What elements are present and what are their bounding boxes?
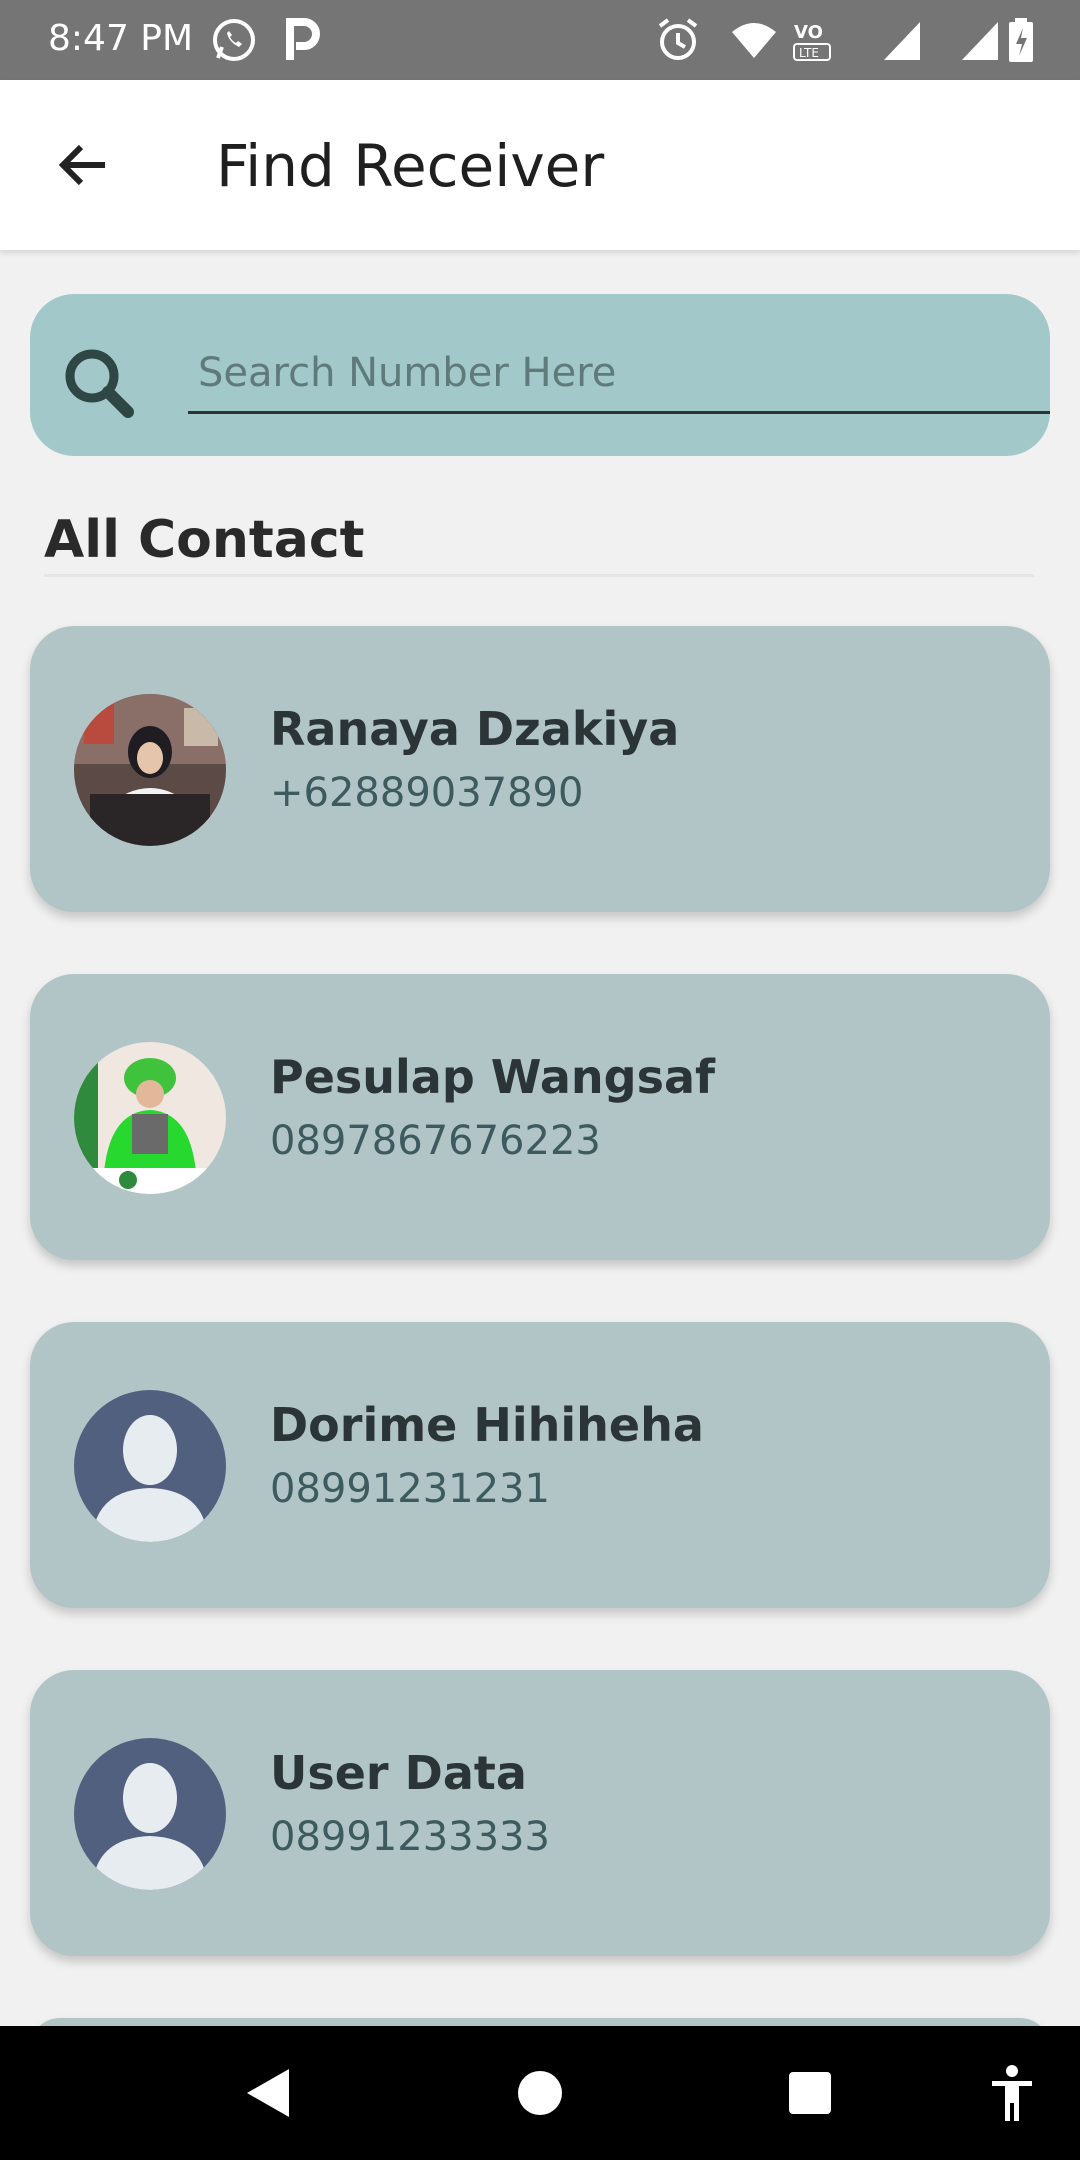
search-bar xyxy=(30,294,1050,456)
battery-icon xyxy=(1009,18,1033,62)
nav-back-button[interactable] xyxy=(208,2026,328,2160)
search-input[interactable] xyxy=(188,334,1050,414)
arrow-back-icon xyxy=(58,144,105,186)
alarm-icon xyxy=(658,18,698,60)
default-avatar-icon xyxy=(74,1390,226,1542)
avatar xyxy=(74,1390,226,1542)
svg-text:LTE: LTE xyxy=(799,46,819,60)
svg-text:VO: VO xyxy=(794,22,823,43)
whatsapp-icon xyxy=(213,19,255,61)
back-button[interactable] xyxy=(48,130,118,200)
contact-number: 08991233333 xyxy=(270,1814,550,1860)
avatar xyxy=(74,694,226,846)
search-icon xyxy=(65,349,134,418)
signal-icon xyxy=(884,22,920,60)
navigation-bar xyxy=(0,2026,1080,2160)
accessibility-icon xyxy=(992,2065,1032,2121)
section-title: All Contact xyxy=(44,510,365,570)
contact-name: Dorime Hihiheha xyxy=(270,1398,704,1452)
contact-name: Ranaya Dzakiya xyxy=(270,702,680,756)
accessibility-button[interactable] xyxy=(952,2026,1072,2160)
app-bar: Find Receiver xyxy=(0,80,1080,250)
circle-home-icon xyxy=(518,2071,562,2115)
contact-card[interactable]: Ranaya Dzakiya +62889037890 xyxy=(30,626,1050,912)
contact-card[interactable]: User Data 08991233333 xyxy=(30,1670,1050,1956)
contact-card[interactable]: Pesulap Wangsaf 0897867676223 xyxy=(30,974,1050,1260)
contact-name: Pesulap Wangsaf xyxy=(270,1050,716,1104)
triangle-back-icon xyxy=(247,2069,289,2117)
avatar xyxy=(74,1042,226,1194)
wifi-icon xyxy=(732,23,776,58)
contact-card[interactable]: Dorime Hihiheha 08991231231 xyxy=(30,1322,1050,1608)
avatar-photo xyxy=(74,694,226,846)
contact-name: User Data xyxy=(270,1746,527,1800)
contact-number: 08991231231 xyxy=(270,1466,550,1512)
status-time: 8:47 PM xyxy=(48,18,194,59)
p-icon xyxy=(286,18,320,60)
avatar-photo xyxy=(74,1042,226,1194)
contact-number: 0897867676223 xyxy=(270,1118,601,1164)
nav-recents-button[interactable] xyxy=(750,2026,870,2160)
square-recents-icon xyxy=(789,2072,831,2114)
status-bar: 8:47 PM VO LTE xyxy=(0,0,1080,80)
contact-number: +62889037890 xyxy=(270,770,584,816)
page-title: Find Receiver xyxy=(216,132,605,200)
signal-icon xyxy=(962,22,998,60)
avatar xyxy=(74,1738,226,1890)
volte-icon: VO LTE xyxy=(793,22,831,61)
section-divider xyxy=(44,574,1034,577)
nav-home-button[interactable] xyxy=(480,2026,600,2160)
default-avatar-icon xyxy=(74,1738,226,1890)
